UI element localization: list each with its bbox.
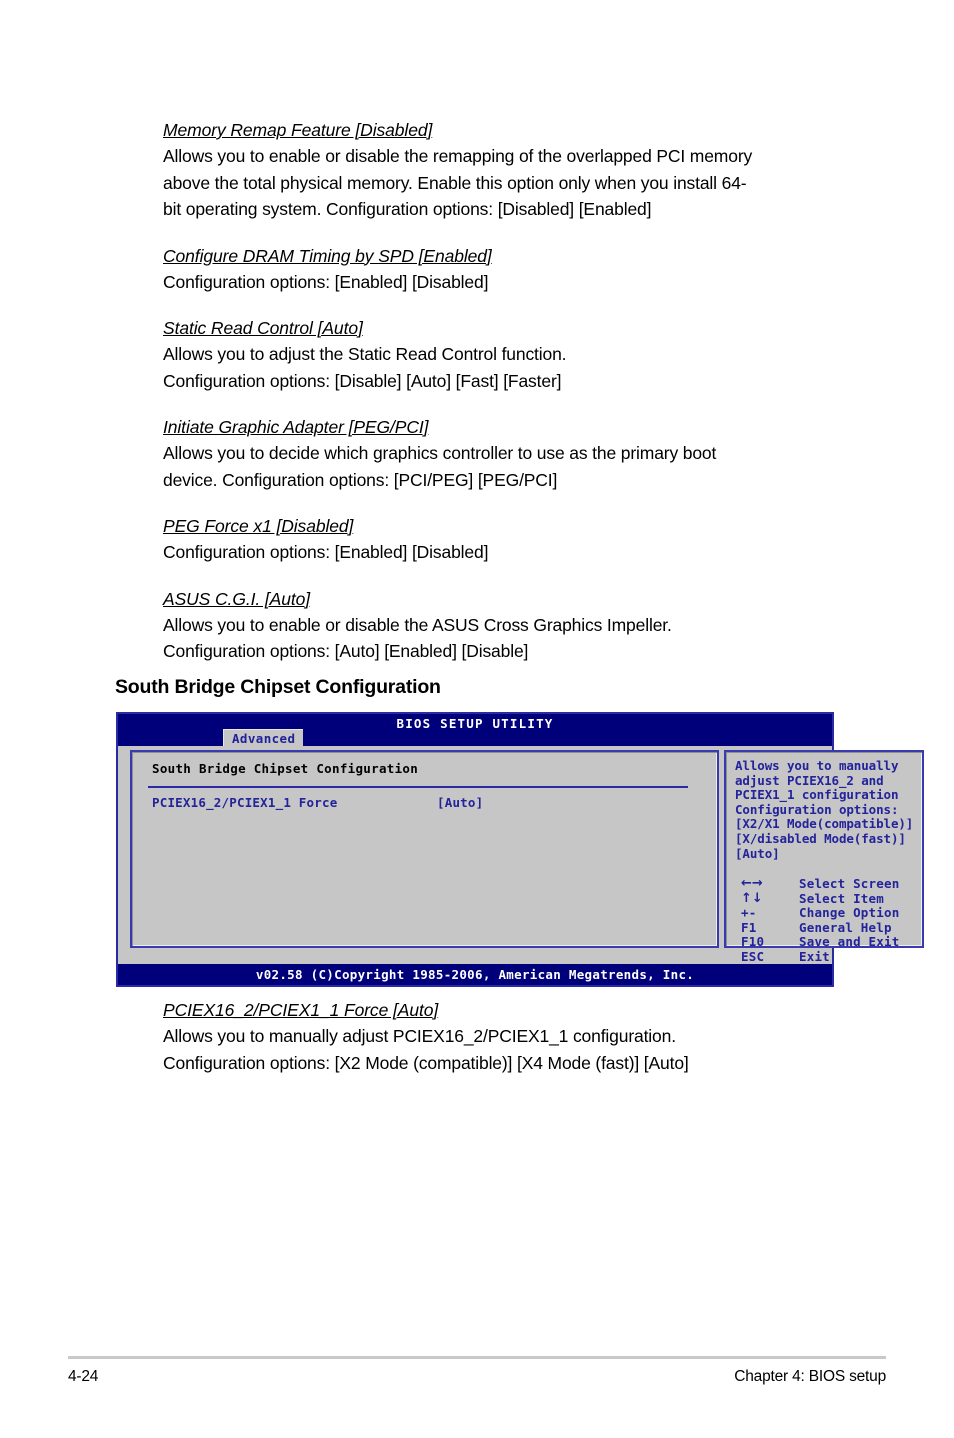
prose-block-top: Memory Remap Feature [Disabled] Allows y…: [163, 118, 835, 686]
section-body: Configuration options: [Enabled] [Disabl…: [163, 539, 835, 566]
section-title: PCIEX16_2/PCIEX1_1 Force [Auto]: [163, 1000, 439, 1020]
body-line: Configuration options: [Enabled] [Disabl…: [163, 271, 489, 292]
legend-row-save-and-exit: F10 Save and Exit: [735, 935, 925, 950]
section-pciex16-2-force: PCIEX16_2/PCIEX1_1 Force [Auto] Allows y…: [163, 998, 835, 1076]
help-line: [Auto]: [735, 845, 780, 861]
section-body: Allows you to adjust the Static Read Con…: [163, 341, 835, 394]
f1-key: F1: [741, 919, 757, 935]
body-line: Allows you to manually adjust PCIEX16_2/…: [163, 1026, 676, 1046]
bios-setting-label: PCIEX16_2/PCIEX1_1 Force: [152, 795, 338, 810]
page-heading: South Bridge Chipset Configuration: [115, 676, 441, 698]
section-initiate-graphic-adapter: Initiate Graphic Adapter [PEG/PCI] Allow…: [163, 415, 835, 493]
section-peg-force-x1: PEG Force x1 [Disabled] Configuration op…: [163, 514, 835, 566]
body-line: Allows you to enable or disable the rema…: [163, 146, 753, 166]
section-body: Allows you to enable or disable the ASUS…: [163, 612, 835, 665]
section-static-read-control: Static Read Control [Auto] Allows you to…: [163, 316, 835, 394]
arrow-left-right-icon: ←→: [741, 876, 763, 891]
footer-page-number: 4-24: [68, 1368, 99, 1385]
section-body: Allows you to enable or disable the rema…: [163, 143, 835, 223]
legend-row-exit: ESC Exit: [735, 948, 925, 965]
section-title: Initiate Graphic Adapter [PEG/PCI]: [163, 417, 429, 437]
legend-row-select-item: ↑↓ Select Item: [735, 890, 925, 907]
legend-description: Exit: [799, 948, 830, 964]
body-line: Configuration options: [Disable] [Auto] …: [163, 370, 562, 391]
section-title: Configure DRAM Timing by SPD [Enabled]: [163, 245, 492, 266]
body-line: device. Configuration options: [PCI/PEG]…: [163, 469, 558, 490]
legend-row-general-help: F1 General Help: [735, 919, 925, 936]
body-line: Allows you to adjust the Static Read Con…: [163, 344, 567, 364]
bios-key-legend: ←→ Select Screen ↑↓ Select Item +- Chang…: [735, 876, 925, 965]
section-title: Static Read Control [Auto]: [163, 318, 363, 338]
section-title: ASUS C.G.I. [Auto]: [163, 588, 311, 609]
help-line: Allows you to manually: [735, 758, 899, 773]
bios-panel-title: South Bridge Chipset Configuration: [152, 761, 419, 776]
bios-panel-divider: [148, 786, 688, 788]
bios-tab-advanced[interactable]: Advanced: [223, 729, 304, 746]
bios-main-panel: South Bridge Chipset Configuration PCIEX…: [130, 750, 719, 948]
legend-row-change-option: +- Change Option: [735, 906, 925, 921]
help-line: Configuration options:: [735, 801, 899, 817]
legend-description: Save and Exit: [799, 934, 900, 950]
footer-divider: [68, 1356, 886, 1359]
f10-key: F10: [741, 934, 765, 950]
bios-help-panel: Allows you to manually adjust PCIEX16_2 …: [724, 750, 925, 964]
help-line: PCIEX1_1 configuration: [735, 787, 899, 803]
section-title: Memory Remap Feature [Disabled]: [163, 120, 433, 140]
esc-key: ESC: [741, 948, 765, 964]
bios-help-text: Allows you to manually adjust PCIEX16_2 …: [735, 758, 925, 861]
section-body: Allows you to decide which graphics cont…: [163, 440, 835, 493]
legend-description: Change Option: [799, 905, 900, 921]
section-asus-cgi: ASUS C.G.I. [Auto] Allows you to enable …: [163, 587, 835, 665]
footer-chapter-label: Chapter 4: BIOS setup: [734, 1368, 886, 1385]
bios-setting-value[interactable]: [Auto]: [437, 795, 483, 810]
section-configure-dram-timing: Configure DRAM Timing by SPD [Enabled] C…: [163, 244, 835, 296]
bios-setup-screenshot: BIOS SETUP UTILITY Advanced South Bridge…: [116, 712, 924, 987]
body-line: Configuration options: [Enabled] [Disabl…: [163, 542, 489, 562]
bios-copyright-footer: v02.58 (C)Copyright 1985-2006, American …: [118, 964, 832, 985]
legend-description: General Help: [799, 919, 892, 935]
section-body: Configuration options: [Enabled] [Disabl…: [163, 269, 835, 296]
legend-description: Select Screen: [799, 876, 900, 891]
body-line: Configuration options: [X2 Mode (compati…: [163, 1052, 689, 1073]
body-line: Allows you to decide which graphics cont…: [163, 443, 717, 463]
body-line: above the total physical memory. Enable …: [163, 172, 747, 193]
help-line: adjust PCIEX16_2 and: [735, 772, 884, 788]
plus-minus-key: +-: [741, 905, 757, 921]
document-page: Memory Remap Feature [Disabled] Allows y…: [0, 0, 954, 1438]
section-body: Allows you to manually adjust PCIEX16_2/…: [163, 1023, 835, 1076]
legend-description: Select Item: [799, 890, 884, 906]
section-memory-remap: Memory Remap Feature [Disabled] Allows y…: [163, 118, 835, 223]
prose-block-bottom: PCIEX16_2/PCIEX1_1 Force [Auto] Allows y…: [163, 998, 835, 1097]
body-line: bit operating system. Configuration opti…: [163, 199, 652, 219]
bios-setting-row[interactable]: PCIEX16_2/PCIEX1_1 Force [Auto]: [152, 795, 692, 813]
arrow-up-down-icon: ↑↓: [741, 890, 763, 906]
help-line: [X/disabled Mode(fast)]: [735, 830, 906, 846]
body-line: Allows you to enable or disable the ASUS…: [163, 614, 672, 635]
legend-row-select-screen: ←→ Select Screen: [735, 876, 925, 892]
section-title: PEG Force x1 [Disabled]: [163, 516, 354, 536]
help-line: [X2/X1 Mode(compatible)]: [735, 816, 914, 832]
body-line: Configuration options: [Auto] [Enabled] …: [163, 641, 529, 661]
